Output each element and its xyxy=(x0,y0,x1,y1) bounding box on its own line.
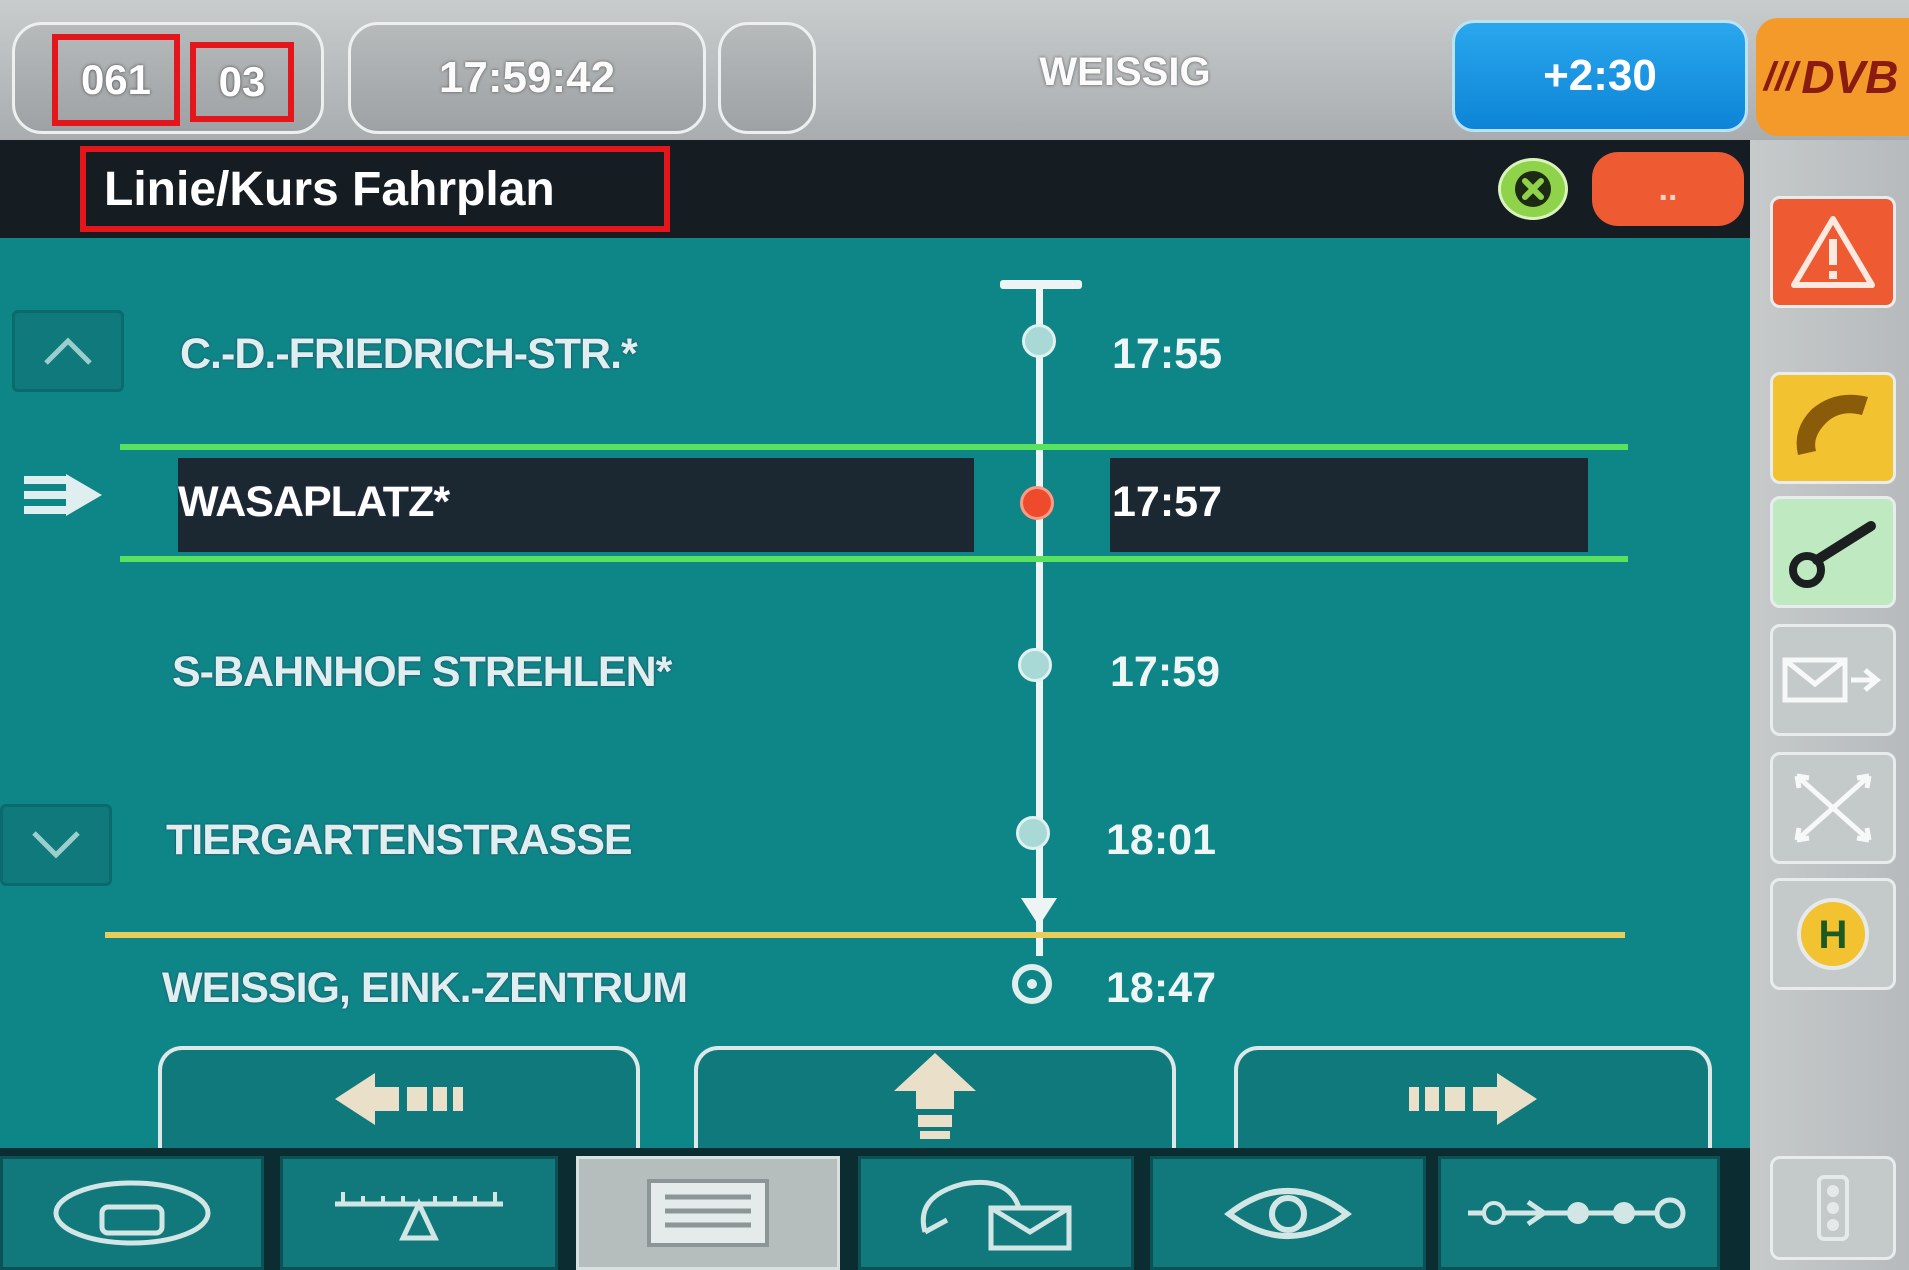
more-button[interactable]: .. xyxy=(1592,152,1744,226)
chat-mail-icon xyxy=(920,1179,1072,1251)
stop-time-current: 17:57 xyxy=(1112,478,1222,526)
scale-icon xyxy=(335,1192,503,1241)
h-label: H xyxy=(1819,913,1848,957)
line-number[interactable]: 061 xyxy=(52,34,180,126)
tab-messages[interactable] xyxy=(858,1156,1134,1270)
stop-time: 17:59 xyxy=(1110,648,1220,696)
tab-timetable-list[interactable] xyxy=(576,1156,840,1270)
close-button[interactable] xyxy=(1498,158,1568,220)
route-track-arrow-icon xyxy=(1021,898,1057,926)
current-position-icon xyxy=(24,474,102,516)
empty-status-field xyxy=(718,22,816,134)
stop-marker xyxy=(1022,324,1056,358)
stop-name: S-BAHNHOF STREHLEN* xyxy=(172,648,672,696)
title-bar: Linie/Kurs Fahrplan .. xyxy=(0,140,1750,238)
course-number[interactable]: 03 xyxy=(190,42,294,122)
stop-marker xyxy=(1018,648,1052,682)
terminus-separator xyxy=(105,932,1625,938)
scroll-left-button[interactable] xyxy=(158,1046,640,1148)
network-icon xyxy=(1794,773,1872,843)
arrow-left-icon xyxy=(335,1073,463,1125)
scroll-right-button[interactable] xyxy=(1234,1046,1712,1148)
stop-name: C.-D.-FRIEDRICH-STR.* xyxy=(180,330,638,378)
warning-icon xyxy=(1791,216,1875,288)
network-button[interactable] xyxy=(1770,752,1896,864)
page-title: Linie/Kurs Fahrplan xyxy=(80,146,670,232)
delay-badge[interactable]: +2:30 xyxy=(1452,20,1748,132)
traffic-light-button[interactable] xyxy=(1770,1156,1896,1260)
route-track xyxy=(1036,284,1043,956)
message-send-icon xyxy=(1782,657,1881,703)
eye-icon xyxy=(1224,1188,1352,1239)
current-stop-marker xyxy=(1020,486,1054,520)
logo-text: DVB xyxy=(1801,51,1899,103)
arrow-right-icon xyxy=(1409,1073,1537,1125)
tab-scale[interactable] xyxy=(280,1156,558,1270)
tab-route-stops[interactable] xyxy=(1438,1156,1720,1270)
stop-marker xyxy=(1016,816,1050,850)
stop-name: TIERGARTENSTRASSE xyxy=(166,816,633,864)
scroll-down-marker[interactable] xyxy=(0,804,112,886)
send-message-button[interactable] xyxy=(1770,624,1896,736)
call-button[interactable] xyxy=(1770,372,1896,484)
stop-time: 17:55 xyxy=(1112,330,1222,378)
bus-route-icon xyxy=(53,1180,211,1246)
bus-stop-button[interactable]: H xyxy=(1770,878,1896,990)
right-sidebar: H xyxy=(1750,140,1909,1270)
timetable-panel: C.-D.-FRIEDRICH-STR.* 17:55 WASAPLATZ* 1… xyxy=(0,238,1750,1148)
chevron-up-icon xyxy=(44,337,92,365)
arrow-up-icon xyxy=(894,1053,976,1139)
phone-icon xyxy=(1796,394,1868,455)
stop-time: 18:01 xyxy=(1106,816,1216,864)
list-icon xyxy=(647,1179,769,1247)
terminus-time: 18:47 xyxy=(1106,964,1216,1012)
status-bar: 061 03 17:59:42 WEISSIG +2:30 /// DVB xyxy=(0,0,1909,140)
close-icon xyxy=(1515,171,1551,207)
chevron-down-icon xyxy=(32,831,80,859)
terminus-name: WEISSIG, EINK.-ZENTRUM xyxy=(162,964,688,1012)
dvb-logo: /// DVB xyxy=(1756,18,1909,136)
key-icon xyxy=(1789,521,1876,588)
tab-view[interactable] xyxy=(1150,1156,1426,1270)
current-stop-top-line xyxy=(120,444,1628,450)
bottom-tab-bar xyxy=(0,1148,1750,1270)
tab-bus-route[interactable] xyxy=(0,1156,264,1270)
key-button[interactable] xyxy=(1770,496,1896,608)
stop-name-current: WASAPLATZ* xyxy=(178,478,450,526)
clock: 17:59:42 xyxy=(348,22,706,134)
terminus-marker xyxy=(1012,964,1052,1004)
logo-stripes-icon: /// xyxy=(1764,54,1798,99)
traffic-light-icon xyxy=(1817,1175,1849,1241)
scroll-up-button[interactable] xyxy=(694,1046,1176,1148)
warning-button[interactable] xyxy=(1770,196,1896,308)
current-stop-bottom-line xyxy=(120,556,1628,562)
scroll-up-marker[interactable] xyxy=(12,310,124,392)
destination: WEISSIG xyxy=(1039,50,1211,94)
route-stops-icon xyxy=(1468,1197,1686,1229)
bus-stop-h-icon: H xyxy=(1797,898,1869,970)
